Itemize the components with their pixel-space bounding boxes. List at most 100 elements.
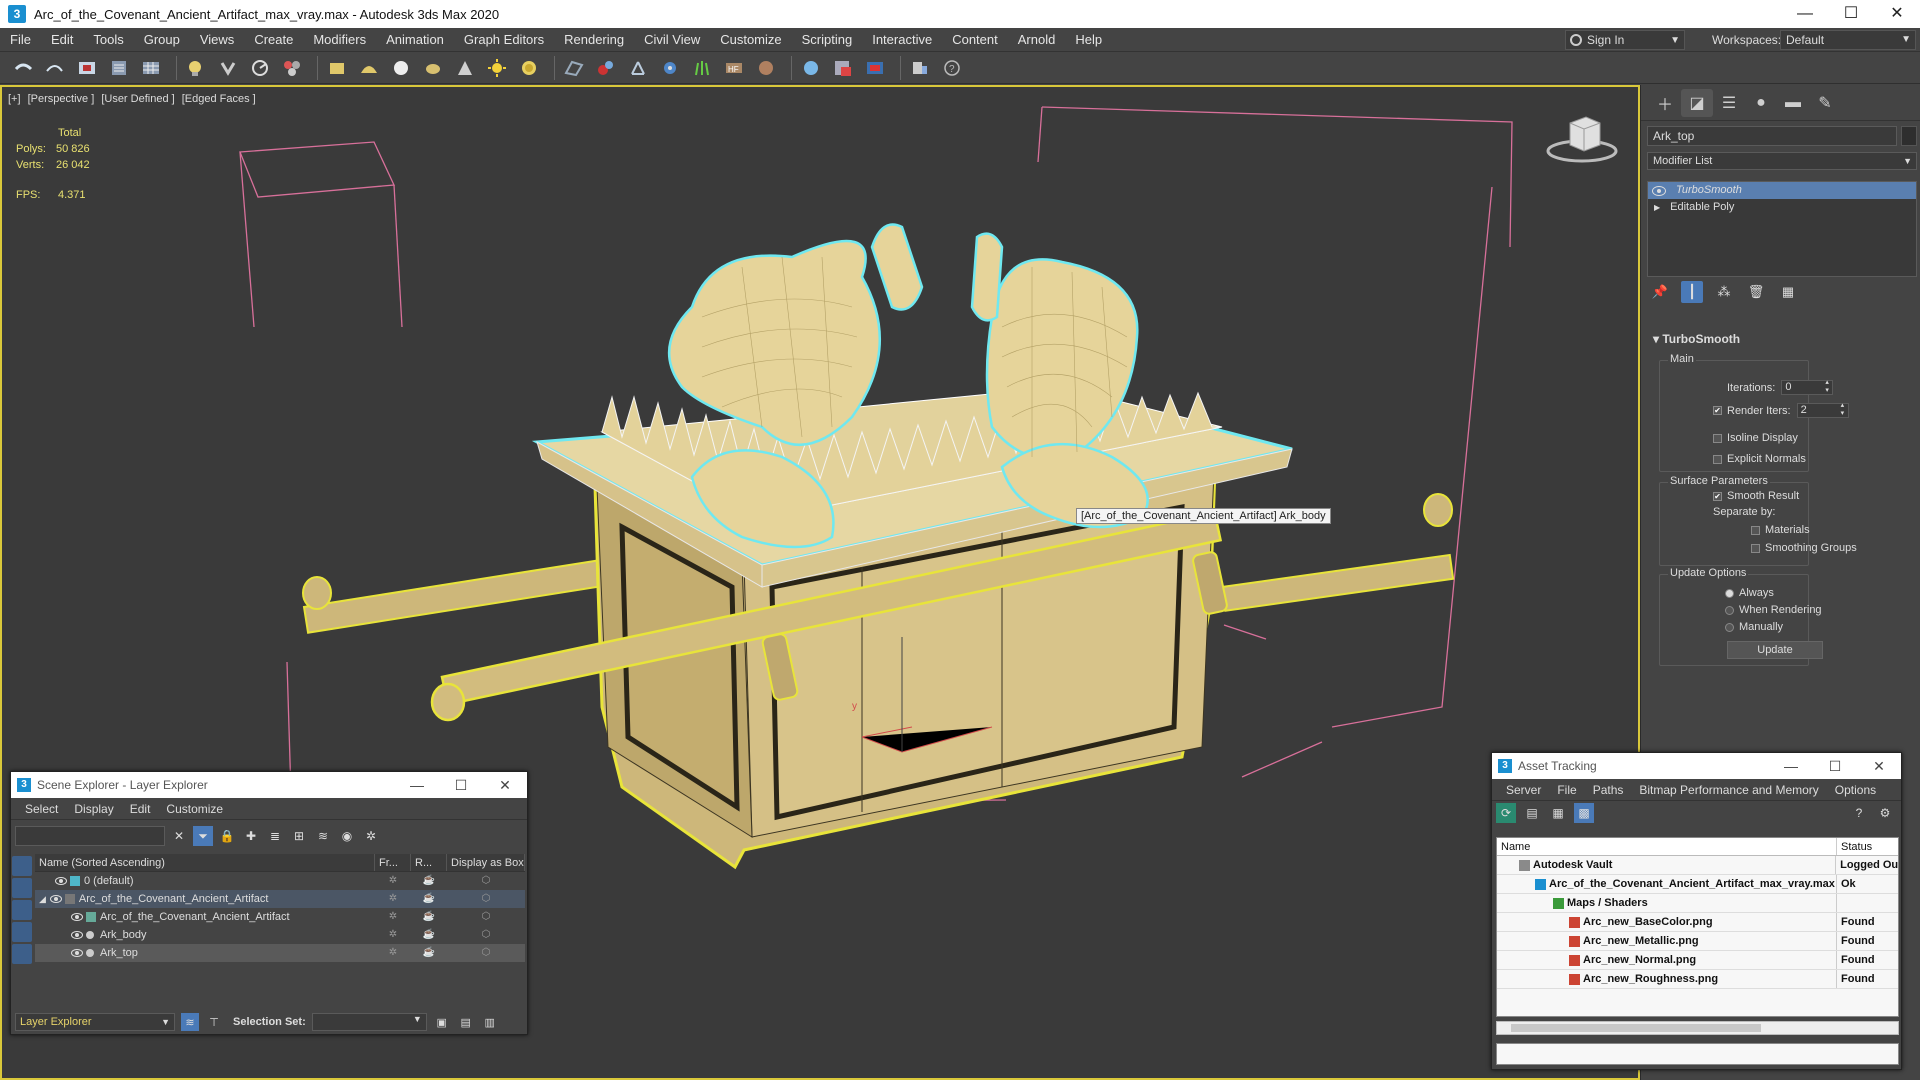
menu-create[interactable]: Create — [244, 28, 303, 52]
render-icon[interactable]: ☕ — [411, 872, 447, 890]
expand-triangle-icon[interactable]: ▶ — [1654, 199, 1660, 216]
vray-frame-button[interactable] — [561, 55, 587, 81]
explicit-normals-checkbox[interactable] — [1713, 454, 1722, 464]
isoline-checkbox[interactable] — [1713, 433, 1722, 443]
menu-interactive[interactable]: Interactive — [862, 28, 942, 52]
rollout-header[interactable]: ▾ TurboSmooth — [1647, 330, 1917, 348]
scene-explorer-button[interactable] — [138, 55, 164, 81]
hierarchy-tab-icon[interactable]: ☰ — [1713, 89, 1745, 117]
render-button[interactable] — [798, 55, 824, 81]
vray-material-button[interactable] — [593, 55, 619, 81]
refresh-icon[interactable]: ⟳ — [1496, 803, 1516, 823]
column-freeze[interactable]: Fr... — [375, 854, 411, 871]
stack-item-turbosmooth[interactable]: TurboSmooth — [1648, 182, 1916, 199]
isoline-display-option[interactable]: Isoline Display — [1713, 432, 1798, 444]
modify-tab-icon[interactable]: ◪ — [1681, 88, 1713, 117]
filter-icon[interactable]: ⏷ — [193, 826, 213, 846]
menu-modifiers[interactable]: Modifiers — [303, 28, 376, 52]
display-cameras-icon[interactable] — [12, 922, 32, 942]
display-tab-icon[interactable]: ▬ — [1777, 89, 1809, 117]
add-to-layer-icon[interactable]: ≣ — [265, 826, 285, 846]
menu-civil-view[interactable]: Civil View — [634, 28, 710, 52]
maximize-icon[interactable]: ☐ — [1813, 758, 1857, 775]
eye-icon[interactable] — [1652, 185, 1666, 196]
asset-row[interactable]: Arc_new_Roughness.png Found — [1497, 970, 1898, 989]
dome-light-button[interactable] — [516, 55, 542, 81]
asset-row[interactable]: Arc_new_Normal.png Found — [1497, 951, 1898, 970]
column-display-as-box[interactable]: Display as Box — [447, 854, 525, 871]
object-color-swatch[interactable] — [1901, 126, 1917, 146]
box-icon[interactable]: ⬡ — [447, 872, 525, 890]
vray-grass-button[interactable] — [689, 55, 715, 81]
layer-manager-button[interactable] — [106, 55, 132, 81]
redo-button[interactable] — [42, 55, 68, 81]
box-icon[interactable]: ⬡ — [447, 944, 525, 962]
menu-edit[interactable]: Edit — [41, 28, 83, 52]
teapot-button[interactable] — [420, 55, 446, 81]
se-menu-display[interactable]: Display — [66, 802, 121, 816]
asset-row[interactable]: Arc_new_Metallic.png Found — [1497, 932, 1898, 951]
light-button[interactable] — [484, 55, 510, 81]
se-menu-edit[interactable]: Edit — [122, 802, 159, 816]
snap-button[interactable] — [215, 55, 241, 81]
asset-row[interactable]: Autodesk Vault Logged Ou — [1497, 856, 1898, 875]
create-selection-set-icon[interactable]: ▣ — [433, 1013, 451, 1031]
horizontal-scrollbar[interactable] — [1496, 1021, 1899, 1035]
menu-help[interactable]: Help — [1065, 28, 1112, 52]
vray-sphere-button[interactable] — [753, 55, 779, 81]
viewport-view-perspective[interactable]: [Perspective ] — [28, 93, 95, 105]
manually-radio[interactable] — [1725, 622, 1734, 632]
show-end-result-icon[interactable]: ┃ — [1681, 281, 1703, 303]
viewport-shading-user-defined[interactable]: [User Defined ] — [101, 93, 174, 105]
smooth-result-option[interactable]: ✔ Smooth Result — [1713, 490, 1799, 502]
vray-proxy-button[interactable] — [625, 55, 651, 81]
utilities-tab-icon[interactable]: ✎ — [1809, 89, 1841, 117]
box-button[interactable] — [324, 55, 350, 81]
pin-stack-icon[interactable]: 📌 — [1649, 281, 1671, 303]
render-frame-button[interactable] — [830, 55, 856, 81]
asset-row[interactable]: Arc_of_the_Covenant_Ancient_Artifact_max… — [1497, 875, 1898, 894]
make-unique-icon[interactable]: ⁂ — [1713, 281, 1735, 303]
table-view-icon[interactable]: ▩ — [1574, 803, 1594, 823]
always-radio[interactable] — [1725, 588, 1734, 598]
menu-group[interactable]: Group — [134, 28, 190, 52]
configure-modifier-sets-icon[interactable]: ▦ — [1777, 281, 1799, 303]
highlight-icon[interactable]: ◉ — [337, 826, 357, 846]
tree-row[interactable]: Ark_body ✲ ☕ ⬡ — [35, 926, 525, 944]
freeze-icon[interactable]: ✲ — [375, 926, 411, 944]
display-geometry-icon[interactable] — [12, 856, 32, 876]
freeze-icon[interactable]: ✲ — [375, 890, 411, 908]
se-menu-customize[interactable]: Customize — [158, 802, 231, 816]
minimize-icon[interactable]: — — [395, 777, 439, 793]
explorer-type-dropdown[interactable]: Layer Explorer ▼ — [15, 1013, 175, 1031]
update-always-option[interactable]: Always — [1725, 587, 1774, 599]
edit-selection-set-icon[interactable]: ▤ — [457, 1013, 475, 1031]
object-name-field[interactable]: Ark_top — [1647, 126, 1897, 146]
close-icon[interactable]: ✕ — [1857, 758, 1901, 775]
display-shapes-icon[interactable] — [12, 878, 32, 898]
selection-set-dropdown[interactable]: ▼ — [311, 1013, 427, 1031]
at-menu-bitmap-performance[interactable]: Bitmap Performance and Memory — [1631, 783, 1826, 797]
minimize-icon[interactable]: — — [1769, 758, 1813, 774]
at-menu-options[interactable]: Options — [1827, 783, 1884, 797]
update-button[interactable]: Update — [1727, 641, 1823, 659]
sign-in-dropdown[interactable]: Sign In ▼ — [1565, 30, 1685, 50]
vray-hf-button[interactable]: HF — [721, 55, 747, 81]
at-menu-file[interactable]: File — [1549, 783, 1584, 797]
eye-icon[interactable] — [71, 949, 83, 957]
hierarchy-mode-icon[interactable]: ⊤ — [205, 1013, 223, 1031]
undo-button[interactable] — [10, 55, 36, 81]
tree-row[interactable]: Ark_top ✲ ☕ ⬡ — [35, 944, 525, 962]
hierarchy-icon[interactable]: ⊞ — [289, 826, 309, 846]
menu-file[interactable]: File — [0, 28, 41, 52]
asset-row[interactable]: Maps / Shaders — [1497, 894, 1898, 913]
modifier-list-dropdown[interactable]: Modifier List ▼ — [1647, 152, 1917, 170]
column-name[interactable]: Name (Sorted Ascending) — [35, 854, 375, 871]
settings-icon[interactable]: ⚙ — [1875, 803, 1895, 823]
menu-graph-editors[interactable]: Graph Editors — [454, 28, 554, 52]
options-icon[interactable]: ▥ — [481, 1013, 499, 1031]
motion-tab-icon[interactable]: ● — [1745, 89, 1777, 117]
asset-row[interactable]: Arc_new_BaseColor.png Found — [1497, 913, 1898, 932]
scene-explorer-titlebar[interactable]: 3 Scene Explorer - Layer Explorer — ☐ ✕ — [11, 772, 527, 798]
menu-views[interactable]: Views — [190, 28, 244, 52]
